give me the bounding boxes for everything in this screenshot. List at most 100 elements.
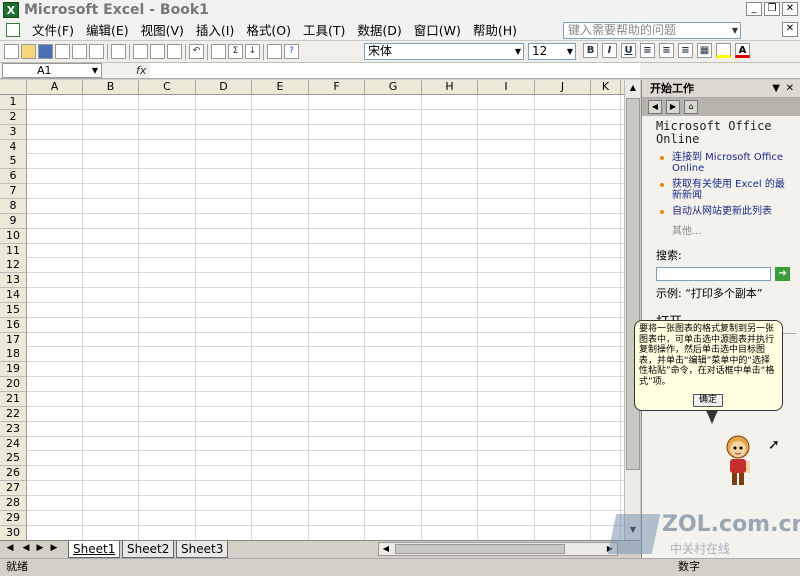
sheet-tab-1[interactable]: Sheet1 — [68, 541, 121, 558]
scroll-up-arrow[interactable]: ▲ — [626, 81, 640, 95]
document-icon[interactable] — [6, 23, 20, 37]
column-header[interactable]: A — [27, 80, 83, 95]
print-preview-icon[interactable] — [89, 44, 104, 59]
column-header[interactable]: E — [252, 80, 309, 95]
sheet-tab-2[interactable]: Sheet2 — [122, 541, 175, 558]
row-header[interactable]: 1 — [0, 95, 27, 110]
copy-icon[interactable] — [150, 44, 165, 59]
row-header[interactable]: 3 — [0, 124, 27, 140]
column-header[interactable]: I — [478, 80, 535, 95]
menu-data[interactable]: 数据(D) — [351, 21, 407, 40]
close-button[interactable]: ✕ — [782, 2, 798, 16]
hyperlink-icon[interactable] — [211, 44, 226, 59]
row-header[interactable]: 12 — [0, 258, 27, 274]
forward-icon[interactable]: ▶ — [666, 100, 680, 114]
vertical-scrollbar[interactable]: ▲ ▼ — [624, 80, 640, 540]
home-icon[interactable]: ⌂ — [684, 100, 698, 114]
row-header[interactable]: 24 — [0, 436, 27, 452]
row-header[interactable]: 5 — [0, 154, 27, 170]
sort-ascending-icon[interactable]: ↓ — [245, 44, 260, 59]
chevron-down-icon[interactable]: ▼ — [732, 23, 738, 38]
row-header[interactable]: 8 — [0, 198, 27, 214]
menu-tools[interactable]: 工具(T) — [297, 21, 351, 40]
link-more[interactable]: 其他... — [656, 222, 790, 237]
row-header[interactable]: 22 — [0, 406, 27, 422]
column-header[interactable]: C — [139, 80, 196, 95]
formula-input[interactable] — [150, 63, 640, 78]
spelling-icon[interactable] — [111, 44, 126, 59]
chevron-down-icon[interactable]: ▼ — [92, 64, 98, 77]
menu-help[interactable]: 帮助(H) — [467, 21, 523, 40]
row-header[interactable]: 29 — [0, 510, 27, 526]
row-header[interactable]: 13 — [0, 273, 27, 289]
row-header[interactable]: 6 — [0, 169, 27, 185]
menu-view[interactable]: 视图(V) — [135, 21, 190, 40]
scroll-left-arrow[interactable]: ◀ — [379, 543, 393, 555]
last-sheet-icon[interactable]: ▶ — [48, 543, 60, 553]
new-icon[interactable] — [4, 44, 19, 59]
menu-file[interactable]: 文件(F) — [26, 21, 80, 40]
chevron-down-icon[interactable]: ▼ — [515, 44, 521, 59]
row-header[interactable]: 10 — [0, 228, 27, 244]
workbook-close-button[interactable]: ✕ — [782, 22, 798, 37]
hscroll-thumb[interactable] — [395, 544, 565, 554]
column-header[interactable]: K — [591, 80, 621, 95]
column-header[interactable]: G — [365, 80, 422, 95]
column-header[interactable]: J — [535, 80, 591, 95]
row-header[interactable]: 23 — [0, 421, 27, 437]
row-header[interactable]: 18 — [0, 347, 27, 363]
office-assistant-icon[interactable] — [716, 433, 760, 489]
restore-button[interactable]: ❐ — [764, 2, 780, 16]
row-header[interactable]: 4 — [0, 139, 27, 155]
column-header[interactable]: B — [83, 80, 139, 95]
sheet-tab-3[interactable]: Sheet3 — [176, 541, 229, 558]
autosum-icon[interactable]: Σ — [228, 44, 243, 59]
align-center-icon[interactable]: ≡ — [659, 43, 674, 58]
menu-window[interactable]: 窗口(W) — [408, 21, 467, 40]
bold-button[interactable]: B — [583, 43, 598, 58]
undo-icon[interactable]: ↶ — [189, 44, 204, 59]
row-header[interactable]: 15 — [0, 302, 27, 318]
menu-insert[interactable]: 插入(I) — [190, 21, 240, 40]
task-pane-search-input[interactable] — [656, 267, 772, 281]
row-header[interactable]: 17 — [0, 332, 27, 348]
row-header[interactable]: 25 — [0, 451, 27, 467]
italic-button[interactable]: I — [602, 43, 617, 58]
row-header[interactable]: 20 — [0, 377, 27, 393]
row-header[interactable]: 2 — [0, 109, 27, 125]
help-search-input[interactable]: 键入需要帮助的问题 ▼ — [563, 22, 741, 39]
column-header[interactable]: D — [196, 80, 252, 95]
row-header[interactable]: 11 — [0, 243, 27, 259]
task-pane-menu-icon[interactable]: ▼ — [772, 80, 780, 98]
font-size-select[interactable]: 12 ▼ — [528, 43, 576, 60]
cut-icon[interactable] — [133, 44, 148, 59]
permission-icon[interactable] — [55, 44, 70, 59]
paste-icon[interactable] — [167, 44, 182, 59]
link-latest-news[interactable]: 获取有关使用 Excel 的最新新闻 — [656, 179, 790, 201]
row-header[interactable]: 21 — [0, 392, 27, 407]
tip-ok-button[interactable]: 确定 — [693, 394, 723, 407]
save-icon[interactable] — [38, 44, 53, 59]
link-auto-update[interactable]: 自动从网站更新此列表 — [656, 206, 790, 217]
link-connect-online[interactable]: 连接到 Microsoft Office Online — [656, 152, 790, 174]
minimize-button[interactable]: _ — [746, 2, 762, 16]
menu-format[interactable]: 格式(O) — [240, 21, 297, 40]
name-box[interactable]: A1 ▼ — [2, 63, 102, 78]
align-right-icon[interactable]: ≡ — [678, 43, 693, 58]
align-left-icon[interactable]: ≡ — [640, 43, 655, 58]
chart-wizard-icon[interactable] — [267, 44, 282, 59]
fill-color-icon[interactable] — [716, 43, 731, 58]
row-header[interactable]: 27 — [0, 481, 27, 497]
row-header[interactable]: 9 — [0, 213, 27, 229]
underline-button[interactable]: U — [621, 43, 636, 58]
next-sheet-icon[interactable]: ▶ — [34, 543, 46, 553]
select-all-corner[interactable] — [0, 80, 27, 95]
prev-sheet-icon[interactable]: ◀ — [20, 543, 32, 553]
borders-icon[interactable]: ▦ — [697, 43, 712, 58]
column-header[interactable]: F — [309, 80, 365, 95]
font-name-select[interactable]: 宋体 ▼ — [364, 43, 524, 60]
column-header[interactable]: H — [422, 80, 478, 95]
row-header[interactable]: 28 — [0, 495, 27, 511]
menu-edit[interactable]: 编辑(E) — [80, 21, 135, 40]
back-icon[interactable]: ◀ — [648, 100, 662, 114]
